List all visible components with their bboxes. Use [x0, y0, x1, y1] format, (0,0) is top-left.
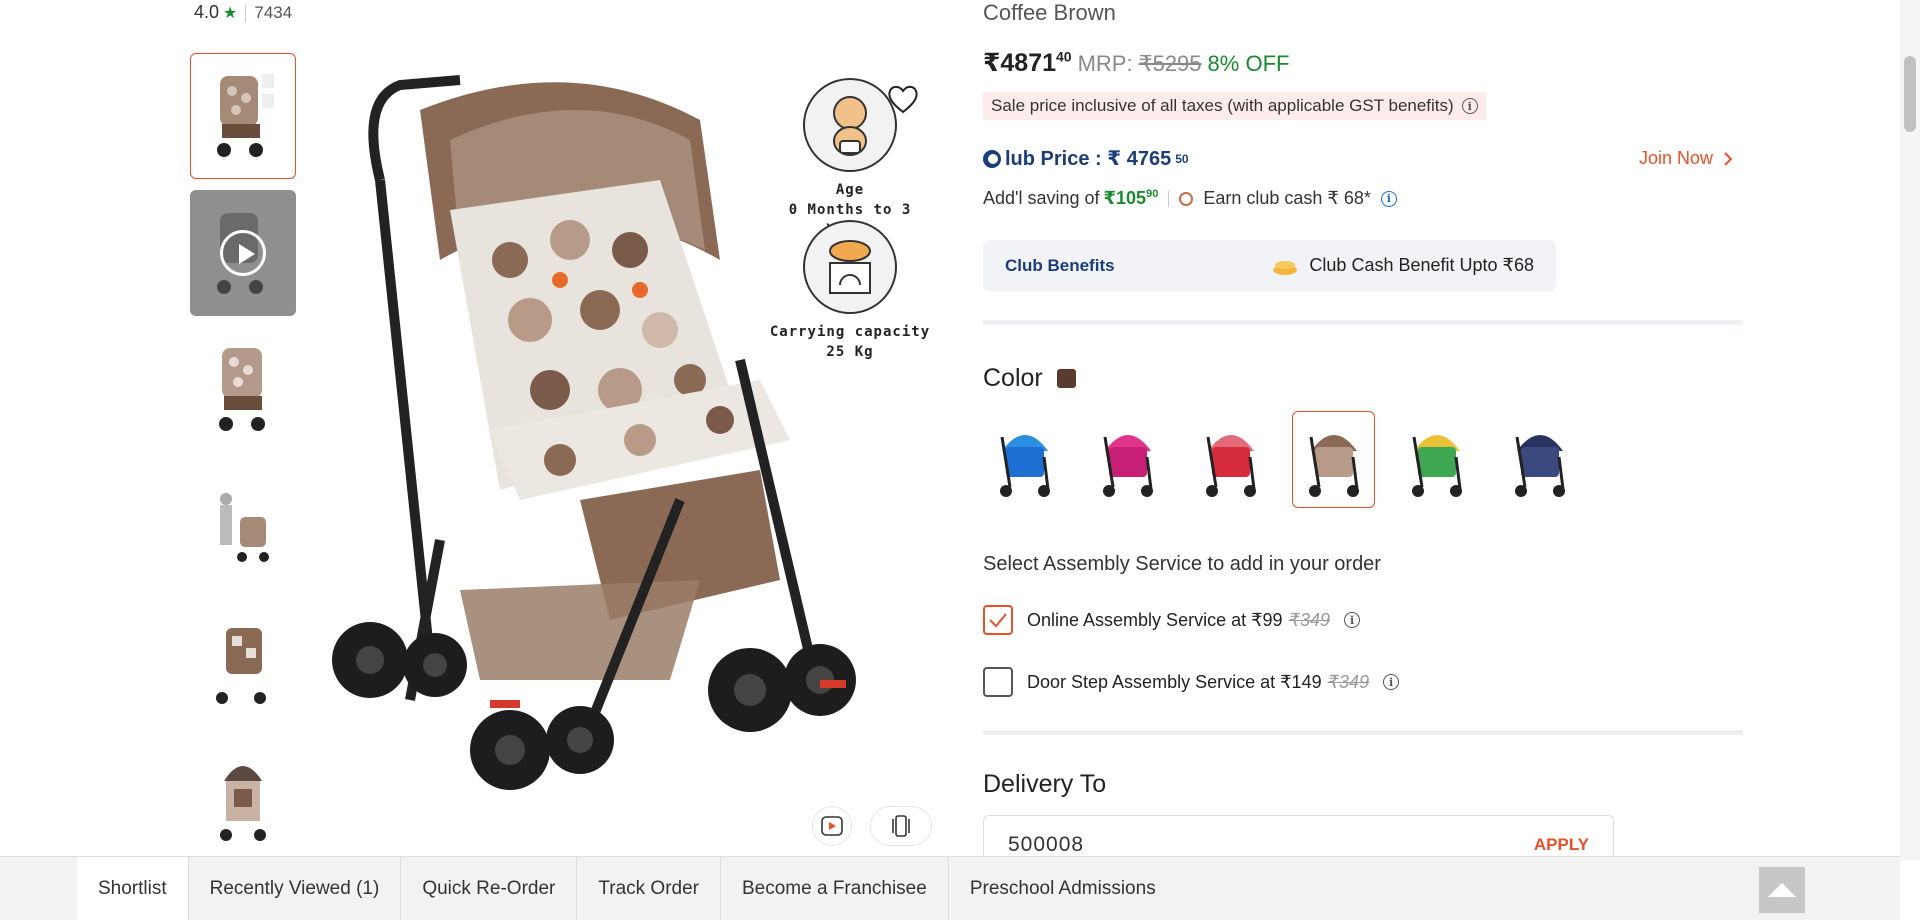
club-saving-row: Add'l saving of ₹10590 Earn club cash ₹ … [983, 188, 1397, 209]
discount-badge: 8% OFF [1207, 51, 1290, 76]
pincode-value[interactable]: 500008 [1008, 833, 1084, 857]
divider [1168, 190, 1170, 207]
chevron-right-icon [1724, 151, 1733, 166]
weighing-scale-icon [803, 220, 897, 314]
club-benefits-box[interactable]: Club Benefits Club Cash Benefit Upto ₹68 [983, 240, 1556, 291]
video-play-button[interactable] [812, 806, 852, 846]
club-benefits-label: Club Benefits [1005, 255, 1115, 275]
rating-count[interactable]: 7434 [254, 3, 292, 23]
club-logo-icon [983, 149, 1001, 168]
info-icon[interactable]: i [1380, 190, 1397, 207]
info-icon[interactable]: i [1461, 98, 1478, 114]
stroller-thumbnail [216, 628, 266, 704]
color-section-title: Color [983, 364, 1076, 393]
doorstep-assembly-label: Door Step Assembly Service at ₹149 [1027, 671, 1322, 692]
mrp-label: MRP: [1077, 51, 1133, 76]
stroller-variant-image [1308, 434, 1359, 497]
stroller-variant-image [999, 434, 1050, 497]
stroller-thumbnail [220, 766, 266, 841]
selected-color-swatch [1056, 369, 1076, 388]
online-assembly-checkbox[interactable] [983, 605, 1013, 635]
color-variant-rainbow[interactable] [1395, 411, 1478, 508]
saving-value: ₹10590 [1103, 188, 1159, 208]
stroller-thumbnail [220, 493, 269, 562]
apply-button[interactable]: APPLY [1534, 835, 1589, 855]
section-divider [983, 320, 1743, 325]
club-benefits-value: Club Cash Benefit Upto ₹68 [1271, 255, 1534, 276]
capacity-badge: Carrying capacity 25 Kg [765, 220, 935, 362]
age-badge: Age 0 Months to 3 Years [765, 78, 935, 240]
online-assembly-old-price: ₹349 [1288, 609, 1331, 630]
color-variant-list [983, 411, 1581, 508]
thumbnail-image-1[interactable] [190, 53, 296, 179]
page-scrollbar[interactable] [1900, 0, 1920, 860]
play-icon [220, 230, 266, 276]
stroller-variant-image [1102, 434, 1153, 497]
thumbnail-image-5[interactable] [190, 601, 296, 727]
info-icon[interactable]: i [1344, 612, 1361, 628]
price-row: ₹487140 MRP: ₹5295 8% OFF [983, 48, 1289, 78]
shortlist-tab[interactable]: Shortlist [77, 857, 189, 920]
club-cash-text: Earn club cash ₹ 68* [1203, 188, 1371, 208]
stroller-thumbnail [217, 74, 274, 157]
rotate-view-icon [892, 815, 910, 837]
track-order-tab[interactable]: Track Order [577, 857, 721, 920]
color-variant-pink-red[interactable] [1189, 411, 1272, 508]
stroller-variant-image [1205, 434, 1256, 497]
online-assembly-label: Online Assembly Service at ₹99 [1027, 609, 1283, 630]
thumbnail-image-3[interactable] [190, 327, 296, 453]
thumbnail-image-4[interactable] [190, 464, 296, 590]
delivery-title: Delivery To [983, 770, 1107, 798]
stroller-variant-image [1411, 434, 1462, 497]
product-rating: 4.0 ★ 7434 [194, 2, 292, 23]
club-price: lub Price : ₹ 4765 50 [983, 146, 1189, 171]
tax-note: Sale price inclusive of all taxes (with … [983, 92, 1486, 120]
quick-reorder-tab[interactable]: Quick Re-Order [401, 857, 578, 920]
tax-note-text: Sale price inclusive of all taxes (with … [991, 96, 1454, 115]
doorstep-assembly-checkbox[interactable] [983, 667, 1013, 697]
color-variant-navy[interactable] [1498, 411, 1581, 508]
club-cash-coin-icon [1179, 191, 1194, 206]
mrp-value: ₹5295 [1138, 51, 1202, 76]
club-price-row: lub Price : ₹ 4765 50 Join Now [983, 146, 1743, 171]
thumbnail-video[interactable] [190, 190, 296, 316]
rating-score: 4.0 [194, 2, 220, 22]
stroller-variant-image [1514, 434, 1565, 497]
capacity-value: 25 Kg [826, 344, 874, 360]
selling-price: ₹487140 [983, 48, 1072, 77]
star-icon: ★ [223, 4, 238, 22]
rating-divider [245, 3, 247, 22]
preschool-admissions-tab[interactable]: Preschool Admissions [949, 857, 1177, 920]
product-color-name: Coffee Brown [983, 0, 1116, 25]
saving-prefix: Add'l saving of [983, 188, 1100, 208]
bottom-quick-links-bar: Shortlist Recently Viewed (1) Quick Re-O… [0, 856, 1900, 920]
assembly-section-title: Select Assembly Service to add in your o… [983, 553, 1381, 575]
recently-viewed-tab[interactable]: Recently Viewed (1) [189, 857, 402, 920]
join-now-link[interactable]: Join Now [1639, 148, 1733, 169]
video-icon [821, 816, 843, 836]
online-assembly-option[interactable]: Online Assembly Service at ₹99 ₹349 i [983, 605, 1361, 635]
view-360-button[interactable] [870, 806, 932, 846]
scrollbar-thumb[interactable] [1904, 56, 1916, 132]
capacity-title: Carrying capacity [769, 324, 931, 340]
stroller-thumbnail [219, 348, 265, 431]
scroll-to-top-button[interactable] [1759, 867, 1805, 913]
checkmark-icon [989, 613, 1007, 628]
club-cash-icon [1273, 260, 1298, 275]
color-variant-blue[interactable] [983, 411, 1066, 508]
doorstep-assembly-old-price: ₹349 [1327, 671, 1370, 692]
section-divider [983, 730, 1743, 735]
baby-icon [803, 78, 897, 172]
doorstep-assembly-option[interactable]: Door Step Assembly Service at ₹149 ₹349 … [983, 667, 1400, 697]
become-franchisee-tab[interactable]: Become a Franchisee [721, 857, 949, 920]
color-variant-coffee-brown[interactable] [1292, 411, 1375, 508]
age-title: Age [835, 182, 865, 198]
thumbnail-list [190, 53, 296, 875]
info-icon[interactable]: i [1383, 674, 1400, 690]
color-variant-pink[interactable] [1086, 411, 1169, 508]
thumbnail-image-6[interactable] [190, 738, 296, 864]
